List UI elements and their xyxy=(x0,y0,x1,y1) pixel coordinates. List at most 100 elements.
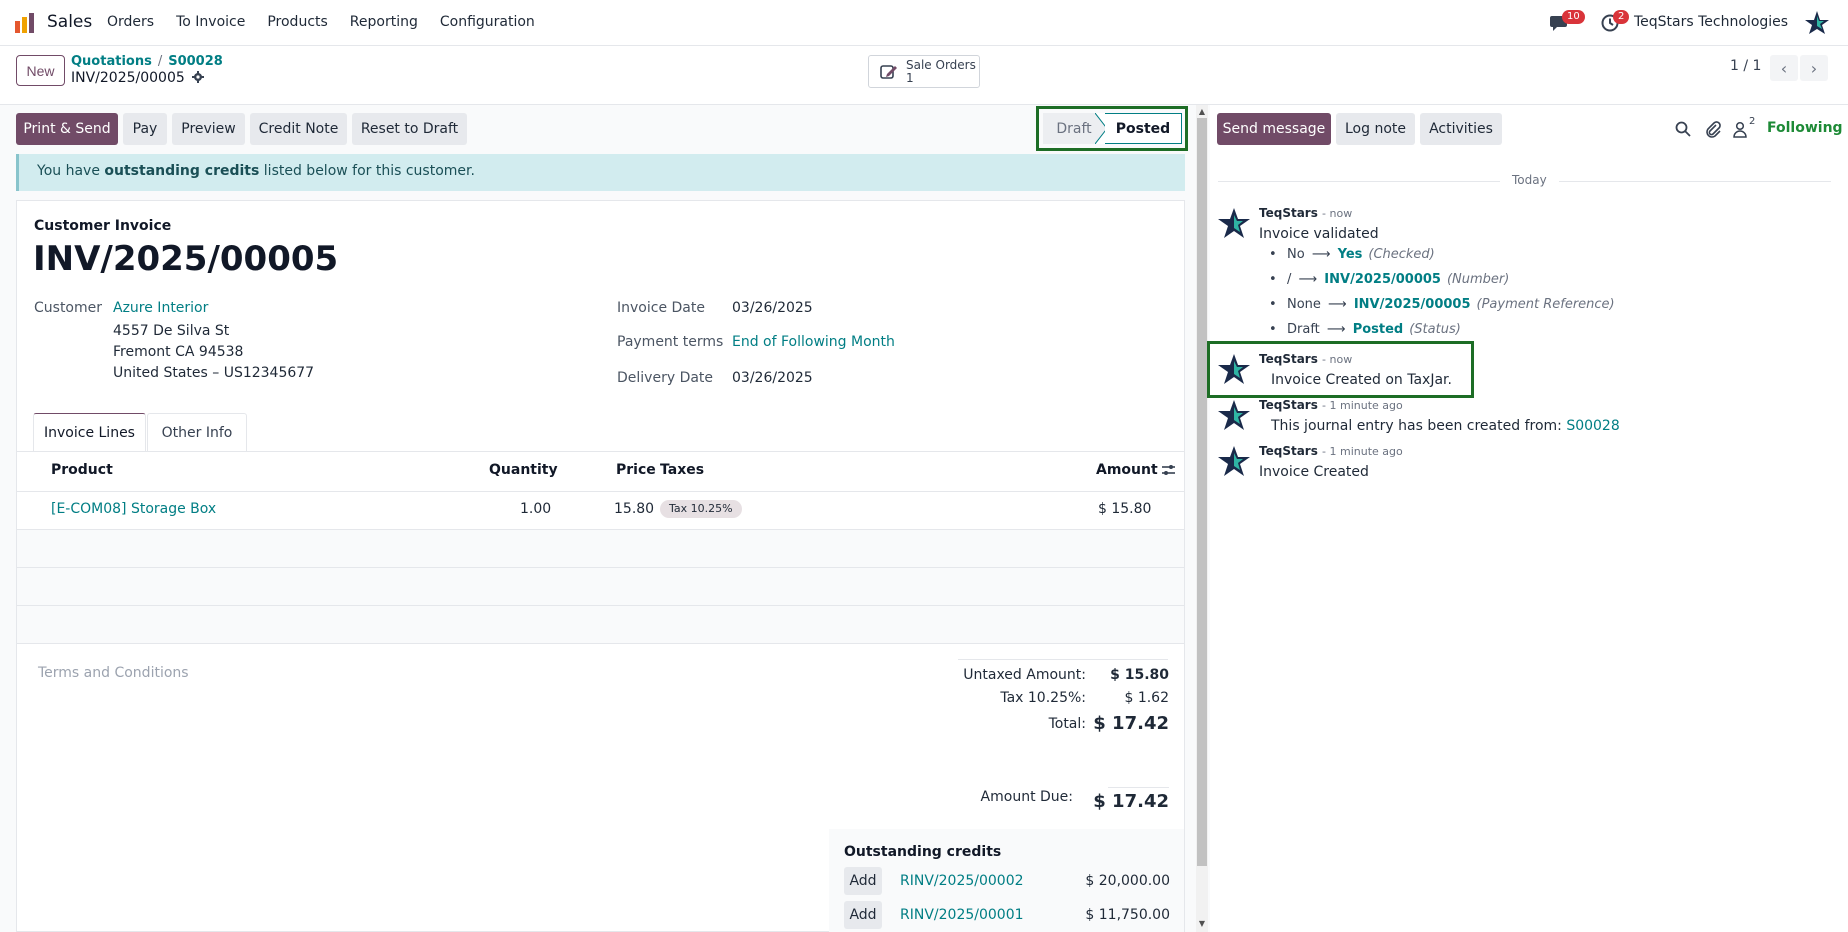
status-posted[interactable]: Posted xyxy=(1105,113,1182,144)
line-price[interactable]: 15.80 xyxy=(614,501,654,517)
pay-button[interactable]: Pay xyxy=(123,113,167,145)
alert-prefix: You have xyxy=(37,163,105,179)
menu-to-invoice[interactable]: To Invoice xyxy=(176,14,245,30)
breadcrumb-order[interactable]: S00028 xyxy=(168,54,223,69)
tab-other-info[interactable]: Other Info xyxy=(147,413,247,452)
message-author: TeqStars - 1 minute ago xyxy=(1259,398,1403,412)
alert-suffix: listed below for this customer. xyxy=(259,163,475,179)
customer-address-line: Fremont CA 94538 xyxy=(113,344,244,360)
add-credit-button[interactable]: Add xyxy=(844,901,882,929)
pager-previous-button[interactable]: ‹ xyxy=(1770,55,1798,81)
outstanding-credits-alert: You have outstanding credits listed belo… xyxy=(16,154,1185,191)
document-type: Customer Invoice xyxy=(34,218,172,234)
menu-configuration[interactable]: Configuration xyxy=(440,14,535,30)
sale-orders-smart-button[interactable]: Sale Orders 1 xyxy=(868,55,980,88)
reset-to-draft-button[interactable]: Reset to Draft xyxy=(352,113,467,145)
totals-divider xyxy=(958,659,1168,660)
column-header-taxes[interactable]: Taxes xyxy=(660,462,704,478)
message-body: Invoice Created on TaxJar. xyxy=(1271,372,1452,388)
invoice-date-field[interactable]: 03/26/2025 xyxy=(732,300,813,316)
send-message-button[interactable]: Send message xyxy=(1217,113,1331,145)
line-product[interactable]: [E-COM08] Storage Box xyxy=(51,501,216,517)
optional-columns-icon[interactable] xyxy=(1161,463,1176,477)
following-toggle[interactable]: Following xyxy=(1767,120,1843,136)
terms-and-conditions-field[interactable]: Terms and Conditions xyxy=(38,665,189,681)
message-author: TeqStars - now xyxy=(1259,206,1353,220)
message-body: This journal entry has been created from… xyxy=(1271,418,1620,434)
record-title: INV/2025/00005 xyxy=(71,70,205,86)
column-header-quantity[interactable]: Quantity xyxy=(489,462,558,478)
total-value: $ 17.42 xyxy=(1093,713,1169,734)
author-avatar[interactable] xyxy=(1216,444,1252,480)
add-credit-button[interactable]: Add xyxy=(844,867,882,895)
empty-table-row[interactable] xyxy=(17,606,1184,643)
user-avatar[interactable] xyxy=(1804,10,1830,36)
scrollbar-thumb[interactable] xyxy=(1197,118,1207,866)
preview-button[interactable]: Preview xyxy=(172,113,245,145)
line-tax-tag[interactable]: Tax 10.25% xyxy=(660,500,742,518)
chevron-left-icon: ‹ xyxy=(1780,58,1788,78)
menu-products[interactable]: Products xyxy=(267,14,327,30)
company-switcher[interactable]: TeqStars Technologies xyxy=(1634,14,1788,30)
delivery-date-field[interactable]: 03/26/2025 xyxy=(732,370,813,386)
pager-value[interactable]: 1 / 1 xyxy=(1730,58,1761,74)
tab-invoice-lines[interactable]: Invoice Lines xyxy=(33,413,146,452)
breadcrumb-quotations[interactable]: Quotations xyxy=(71,54,152,69)
invoice-date-label: Invoice Date xyxy=(617,300,705,316)
menu-orders[interactable]: Orders xyxy=(107,14,154,30)
customer-label: Customer xyxy=(34,300,103,316)
author-avatar[interactable] xyxy=(1216,398,1252,434)
credit-reference-link[interactable]: RINV/2025/00002 xyxy=(900,873,1024,889)
paperclip-icon[interactable] xyxy=(1704,120,1722,138)
new-button[interactable]: New xyxy=(16,55,65,86)
top-navbar: Sales Orders To Invoice Products Reporti… xyxy=(0,0,1848,46)
pager-next-button[interactable]: › xyxy=(1800,55,1828,81)
outstanding-credits-title: Outstanding credits xyxy=(844,844,1002,860)
author-avatar[interactable] xyxy=(1216,206,1252,242)
outstanding-credits-widget: Outstanding credits Add RINV/2025/00002 … xyxy=(829,829,1184,932)
followers-count: 2 xyxy=(1749,116,1756,127)
chat-badge: 10 xyxy=(1562,10,1585,24)
invoice-number: INV/2025/00005 xyxy=(33,239,339,279)
customer-address-line: United States – US12345677 xyxy=(113,365,315,381)
breadcrumb-separator: / xyxy=(157,54,163,69)
alert-bold: outstanding credits xyxy=(104,163,260,179)
menu-reporting[interactable]: Reporting xyxy=(350,14,418,30)
tax-label: Tax 10.25%: xyxy=(1000,690,1086,706)
payment-terms-field[interactable]: End of Following Month xyxy=(732,334,895,350)
credit-reference-link[interactable]: RINV/2025/00001 xyxy=(900,907,1024,923)
app-name[interactable]: Sales xyxy=(47,12,92,32)
credit-amount: $ 11,750.00 xyxy=(1085,907,1170,923)
author-avatar[interactable] xyxy=(1216,352,1252,388)
followers-icon[interactable] xyxy=(1733,120,1747,138)
column-header-price[interactable]: Price xyxy=(616,462,656,478)
log-note-button[interactable]: Log note xyxy=(1336,113,1415,145)
column-header-product[interactable]: Product xyxy=(51,462,113,478)
amount-due-divider xyxy=(1108,787,1169,788)
tracking-value: • None ⟶ INV/2025/00005 (Payment Reference… xyxy=(1269,297,1615,312)
line-amount: $ 15.80 xyxy=(1098,501,1152,517)
credit-note-button[interactable]: Credit Note xyxy=(250,113,347,145)
sales-app-icon[interactable] xyxy=(14,12,36,34)
credit-amount: $ 20,000.00 xyxy=(1085,873,1170,889)
gear-icon[interactable] xyxy=(192,71,205,83)
tax-value: $ 1.62 xyxy=(1124,690,1169,706)
customer-field[interactable]: Azure Interior xyxy=(113,300,208,316)
main-menu: Orders To Invoice Products Reporting Con… xyxy=(107,14,557,30)
activity-badge: 2 xyxy=(1613,10,1630,24)
empty-table-row[interactable] xyxy=(17,568,1184,605)
edit-icon xyxy=(880,65,897,79)
search-icon[interactable] xyxy=(1674,120,1692,138)
line-quantity[interactable]: 1.00 xyxy=(520,501,551,517)
table-divider xyxy=(17,491,1184,492)
chevron-right-icon: › xyxy=(1810,58,1818,78)
status-bar: Draft Posted xyxy=(1036,106,1188,151)
print-send-button[interactable]: Print & Send xyxy=(16,113,118,145)
message-record-link[interactable]: S00028 xyxy=(1566,418,1619,434)
scroll-down-arrow-icon[interactable]: ▼ xyxy=(1196,918,1208,930)
scroll-up-arrow-icon[interactable]: ▲ xyxy=(1196,106,1208,118)
column-header-amount[interactable]: Amount xyxy=(1096,462,1158,478)
tracking-value: • Draft ⟶ Posted (Status) xyxy=(1269,322,1461,337)
activities-button[interactable]: Activities xyxy=(1420,113,1502,145)
empty-table-row[interactable] xyxy=(17,530,1184,567)
